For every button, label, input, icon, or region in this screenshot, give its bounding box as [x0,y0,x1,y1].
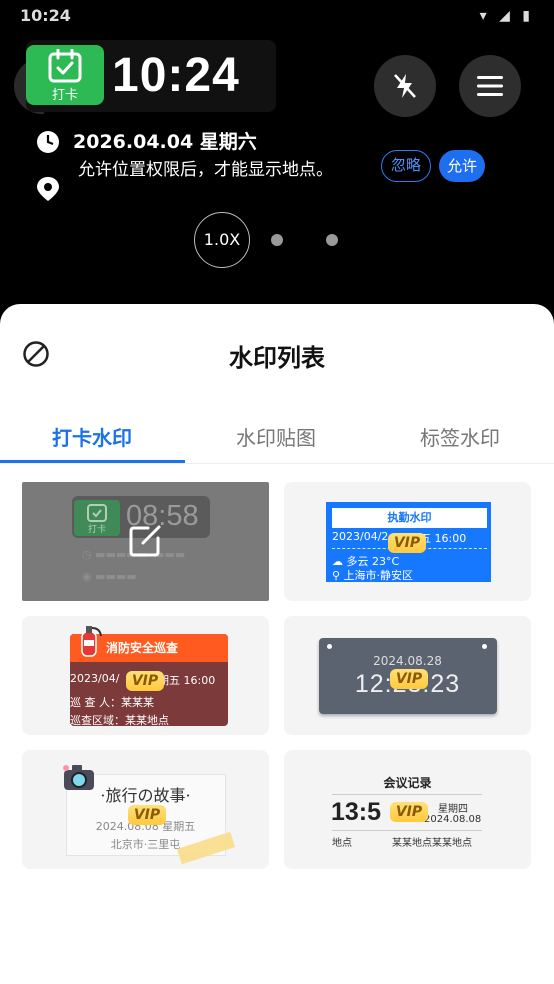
vip-badge: VIP [128,805,166,825]
meeting-weekday: 星期四 [438,804,468,815]
template-plate[interactable]: 2024.08.28 12:23:23 VIP [284,616,531,735]
calendar-check-icon [48,49,82,83]
fire-inspector: 巡 查 人：某某某 [70,696,154,709]
vip-badge: VIP [388,533,426,553]
template-fire[interactable]: 消防安全巡查 2023/04/ 期五 16:00 巡 查 人：某某某 巡查区域：… [22,616,269,735]
watermark-clock: 10:24 [112,49,240,102]
fire-extinguisher-icon [81,626,102,657]
meeting-date: 2024.08.08 [424,814,482,825]
fire-daytime: 期五 16:00 [158,674,216,687]
mini-badge-label: 打卡 [88,525,107,535]
template-punch[interactable]: 打卡 08:58 ◷ ▬▬▬▬▬ ▬▬▬ ◉ ▬▬▬▬ [22,482,269,601]
edit-icon[interactable] [126,522,164,560]
meeting-title: 会议记录 [383,776,432,790]
zoom-dot[interactable] [326,234,338,246]
template-attendance[interactable]: 执勤水印 2023/04/2 五 16:00 ☁ 多云 23°C ⚲ 上海市·静… [284,482,531,601]
flash-off-icon [394,74,416,98]
clock-icon [37,131,59,153]
flash-off-button[interactable] [374,55,436,117]
watermark-sheet: 水印列表 打卡水印 水印贴图 标签水印 打卡 08:58 ◷ ▬▬▬▬▬ ▬▬▬… [0,304,554,984]
status-bar: 10:24 ▾ ◢ ▮ [0,0,554,34]
permission-text: 允许位置权限后，才能显示地点。 [78,160,333,180]
template-meeting[interactable]: 会议记录 13:5 星期四 2024.08.08 地点 某某地点某某地点 VIP [284,750,531,869]
menu-icon [477,76,503,96]
calendar-check-icon [87,504,107,522]
badge-label: 打卡 [51,88,78,103]
plate-date: 2024.08.28 [373,654,442,668]
travel-title: ·旅行の故事· [100,786,191,805]
status-icons: ▾ ◢ ▮ [479,8,534,24]
divider [332,830,482,831]
location-pin-icon [37,177,59,201]
zoom-button[interactable]: 1.0X [194,212,250,268]
punch-badge: 打卡 [26,45,104,105]
travel-weekday: 星期五 [162,820,196,833]
fire-area: 巡查区域：某某地点 [70,714,169,727]
attendance-location: ⚲ 上海市·静安区 [332,569,414,582]
plate-pin [482,644,487,649]
plate-pin [327,644,332,649]
meeting-location-value: 某某地点某某地点 [392,838,472,849]
tab-punch[interactable]: 打卡水印 [52,422,132,451]
location-text: 上海市·静安区 [343,569,414,582]
faint-line: ◉ ▬▬▬▬ [82,570,137,583]
divider [332,794,482,795]
attendance-header: 执勤水印 [332,508,487,528]
vip-badge: VIP [126,671,164,691]
template-travel[interactable]: ·旅行の故事· 2024.08.08 星期五 北京市·三里屯 VIP [22,750,269,869]
vip-badge: VIP [390,669,428,689]
tab-stickers[interactable]: 水印贴图 [236,422,316,451]
vip-badge: VIP [390,802,428,822]
attendance-daytime: 五 16:00 [420,532,467,545]
attendance-datetime: 2023/04/2 [332,530,389,543]
status-time: 10:24 [20,6,71,25]
tab-bar: 打卡水印 水印贴图 标签水印 [0,414,554,464]
sheet-title: 水印列表 [229,344,325,372]
meeting-time: 13:5 [331,798,382,826]
menu-button[interactable] [459,55,521,117]
ignore-button[interactable]: 忽略 [381,150,431,182]
meeting-location-label: 地点 [332,838,352,849]
zoom-dot[interactable] [271,234,283,246]
tab-label[interactable]: 标签水印 [420,422,500,451]
fire-datetime: 2023/04/ [70,672,120,685]
allow-button[interactable]: 允许 [439,150,485,182]
date-text: 2026.04.04 星期六 [73,131,257,153]
tab-indicator [0,460,185,463]
